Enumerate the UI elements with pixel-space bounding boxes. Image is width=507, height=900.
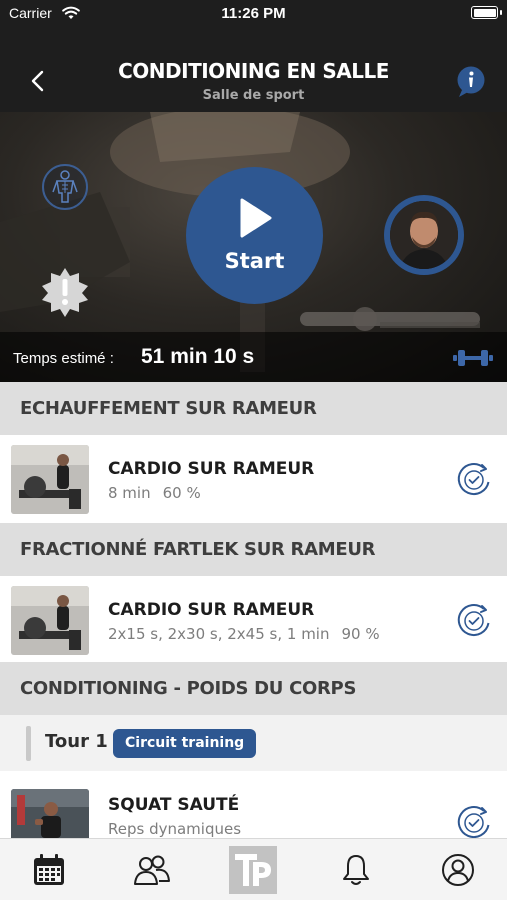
- calendar-icon[interactable]: [31, 852, 67, 888]
- profile-icon[interactable]: [440, 852, 476, 888]
- tab-bar: [0, 838, 507, 900]
- exercise-row[interactable]: CARDIO SUR RAMEUR 8 min 60 %: [0, 435, 507, 523]
- tp-logo-icon[interactable]: [229, 846, 277, 894]
- section-title: FRACTIONNÉ FARTLEK SUR RAMEUR: [20, 539, 376, 560]
- exercise-thumbnail: [11, 586, 89, 655]
- section-header: CONDITIONING - POIDS DU CORPS: [0, 662, 507, 715]
- exercise-title: CARDIO SUR RAMEUR: [108, 600, 315, 620]
- exercise-detail: Reps dynamiques: [108, 820, 241, 838]
- community-icon[interactable]: [132, 852, 172, 888]
- muscle-body-icon[interactable]: [42, 164, 88, 210]
- exercise-row[interactable]: SQUAT SAUTÉ Reps dynamiques: [0, 771, 507, 838]
- exercise-detail: 2x15 s, 2x30 s, 2x45 s, 1 min 90 %: [108, 625, 380, 643]
- bell-icon[interactable]: [338, 852, 374, 888]
- dumbbell-icon[interactable]: [453, 348, 493, 368]
- section-title: ECHAUFFEMENT SUR RAMEUR: [20, 398, 317, 419]
- status-bar: Carrier 11:26 PM: [0, 0, 507, 28]
- coach-avatar[interactable]: [384, 195, 464, 275]
- exercise-intensity: 60 %: [162, 484, 201, 502]
- exercise-thumbnail: [11, 789, 89, 838]
- estimated-time-band: Temps estimé : 51 min 10 s: [0, 332, 507, 382]
- exercise-title: CARDIO SUR RAMEUR: [108, 459, 315, 479]
- page-title: CONDITIONING EN SALLE: [118, 59, 389, 83]
- circuit-badge: Circuit training: [113, 729, 257, 758]
- round-row: Tour 1 Circuit training: [0, 715, 507, 771]
- exercise-row[interactable]: CARDIO SUR RAMEUR 2x15 s, 2x30 s, 2x45 s…: [0, 576, 507, 664]
- warning-badge-icon[interactable]: [39, 266, 91, 318]
- section-header: FRACTIONNÉ FARTLEK SUR RAMEUR: [0, 523, 507, 576]
- completion-check-icon[interactable]: [454, 601, 494, 641]
- play-icon: [240, 198, 272, 238]
- battery-icon: [471, 6, 502, 19]
- section-header: ECHAUFFEMENT SUR RAMEUR: [0, 382, 507, 435]
- estimated-time-label: Temps estimé :: [13, 350, 114, 367]
- completion-check-icon[interactable]: [454, 803, 494, 838]
- exercise-intensity: 90 %: [341, 625, 380, 643]
- info-icon[interactable]: [456, 66, 486, 98]
- navigation-bar: CONDITIONING EN SALLE Salle de sport: [0, 28, 507, 112]
- exercise-detail: 8 min 60 %: [108, 484, 201, 502]
- exercise-duration: 2x15 s, 2x30 s, 2x45 s, 1 min: [108, 625, 330, 643]
- page-subtitle: Salle de sport: [202, 88, 305, 103]
- exercise-duration: 8 min: [108, 484, 151, 502]
- exercise-title: SQUAT SAUTÉ: [108, 795, 240, 815]
- round-label: Tour 1: [45, 731, 108, 752]
- estimated-time-value: 51 min 10 s: [141, 345, 255, 368]
- completion-check-icon[interactable]: [454, 460, 494, 500]
- start-button[interactable]: Start: [186, 167, 323, 304]
- clock: 11:26 PM: [221, 5, 286, 22]
- exercise-duration: Reps dynamiques: [108, 820, 242, 838]
- section-title: CONDITIONING - POIDS DU CORPS: [20, 678, 357, 699]
- round-indicator-bar: [26, 726, 31, 761]
- start-label: Start: [224, 249, 285, 273]
- workout-hero: Start Temps estimé : 51 min 10 s: [0, 112, 507, 382]
- exercise-thumbnail: [11, 445, 89, 514]
